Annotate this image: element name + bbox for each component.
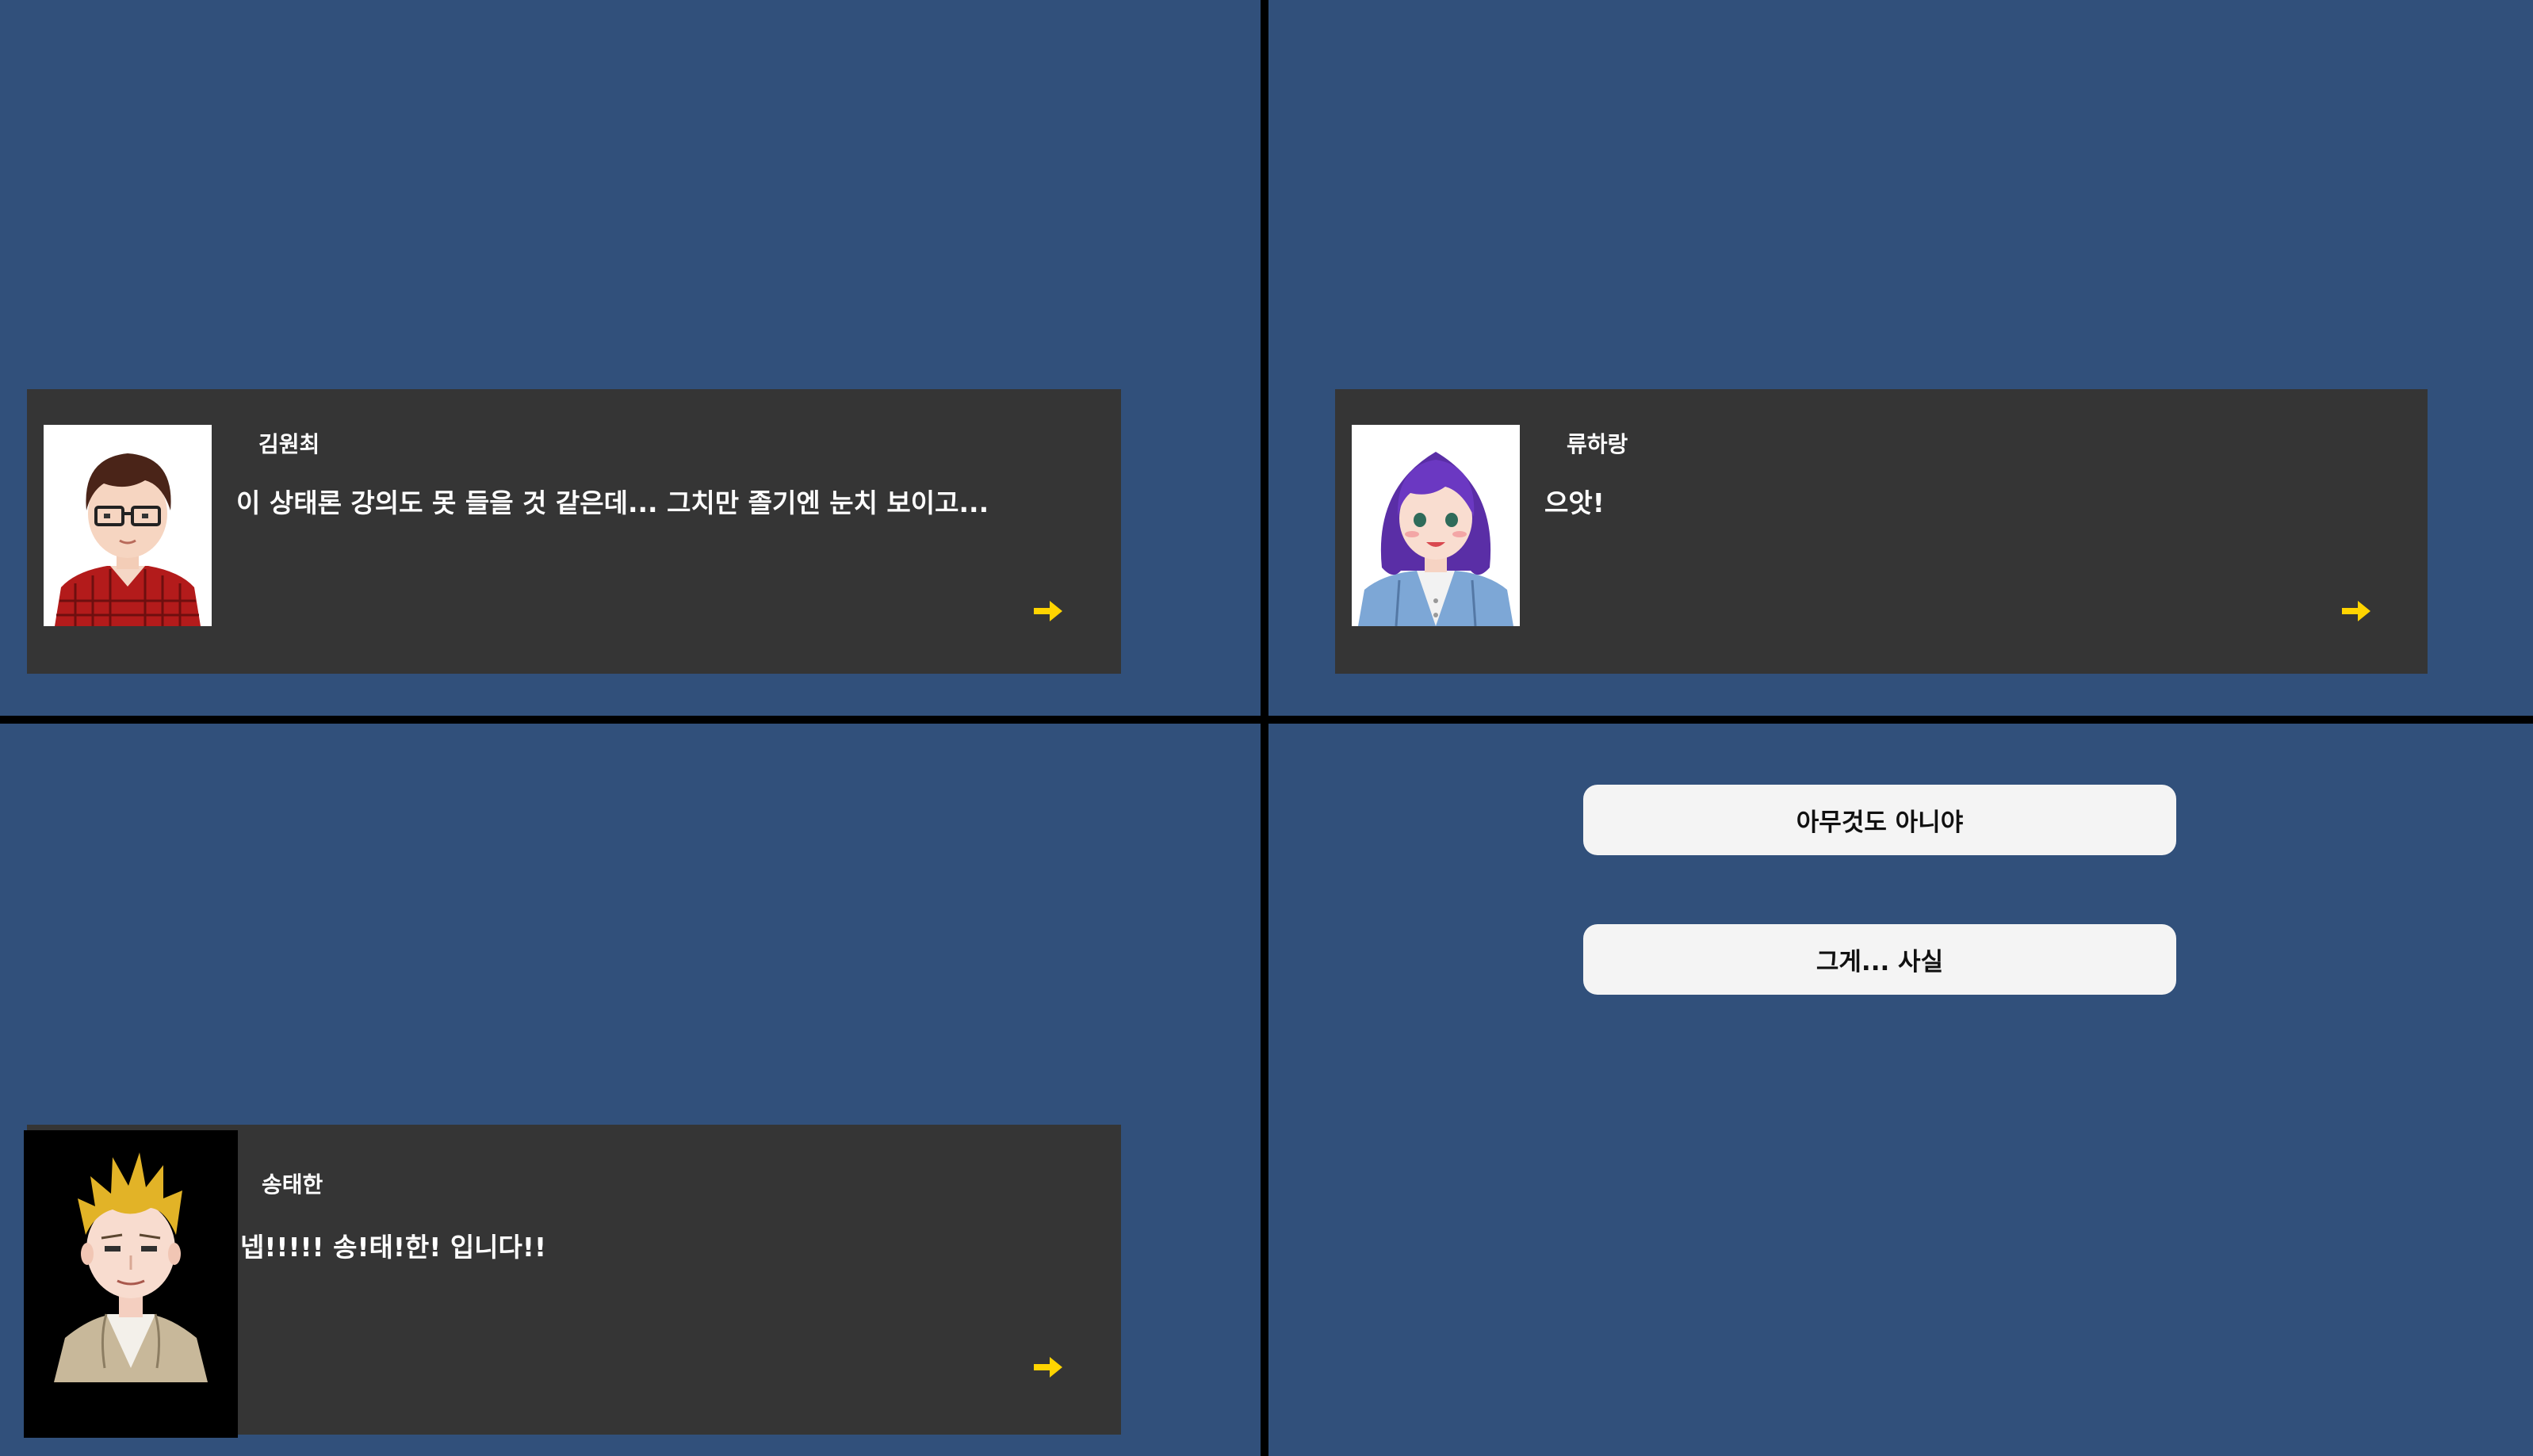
portrait-art — [1352, 425, 1520, 626]
choice-button-nothing[interactable]: 아무것도 아니야 — [1583, 785, 2176, 855]
speaker-name: 송태한 — [262, 1171, 323, 1198]
dialog-box[interactable]: 류하랑 으앗! — [1335, 389, 2428, 674]
panel-top-right: 류하랑 으앗! — [1268, 0, 2533, 716]
speaker-name: 김원최 — [258, 431, 320, 457]
dialog-text: 이 상태론 강의도 못 들을 것 같은데... 그치만 졸기엔 눈치 보이고..… — [236, 487, 989, 518]
right-arrow-icon[interactable] — [1032, 1355, 1064, 1379]
right-arrow-icon[interactable] — [1032, 599, 1064, 623]
speaker-name: 류하랑 — [1567, 431, 1628, 457]
right-arrow-icon[interactable] — [2340, 599, 2372, 623]
portrait-art — [44, 425, 212, 626]
choice-button-actually[interactable]: 그게... 사실 — [1583, 924, 2176, 995]
dialog-text: 으앗! — [1544, 487, 1605, 518]
dialog-text: 넵!!!!! 송!태!한! 입니다!! — [240, 1232, 546, 1263]
portrait-art — [24, 1130, 238, 1438]
panel-bottom-left: 송태한 넵!!!!! 송!태!한! 입니다!! — [0, 724, 1261, 1456]
brown-hair-glasses-boy-portrait — [44, 425, 212, 626]
panel-bottom-right: 아무것도 아니야 그게... 사실 — [1268, 724, 2533, 1456]
blonde-spiky-hair-boy-portrait — [24, 1130, 238, 1438]
purple-hair-girl-portrait — [1352, 425, 1520, 626]
dialog-box[interactable]: 김원최 이 상태론 강의도 못 들을 것 같은데... 그치만 졸기엔 눈치 보… — [27, 389, 1121, 674]
panel-top-left: 김원최 이 상태론 강의도 못 들을 것 같은데... 그치만 졸기엔 눈치 보… — [0, 0, 1261, 716]
